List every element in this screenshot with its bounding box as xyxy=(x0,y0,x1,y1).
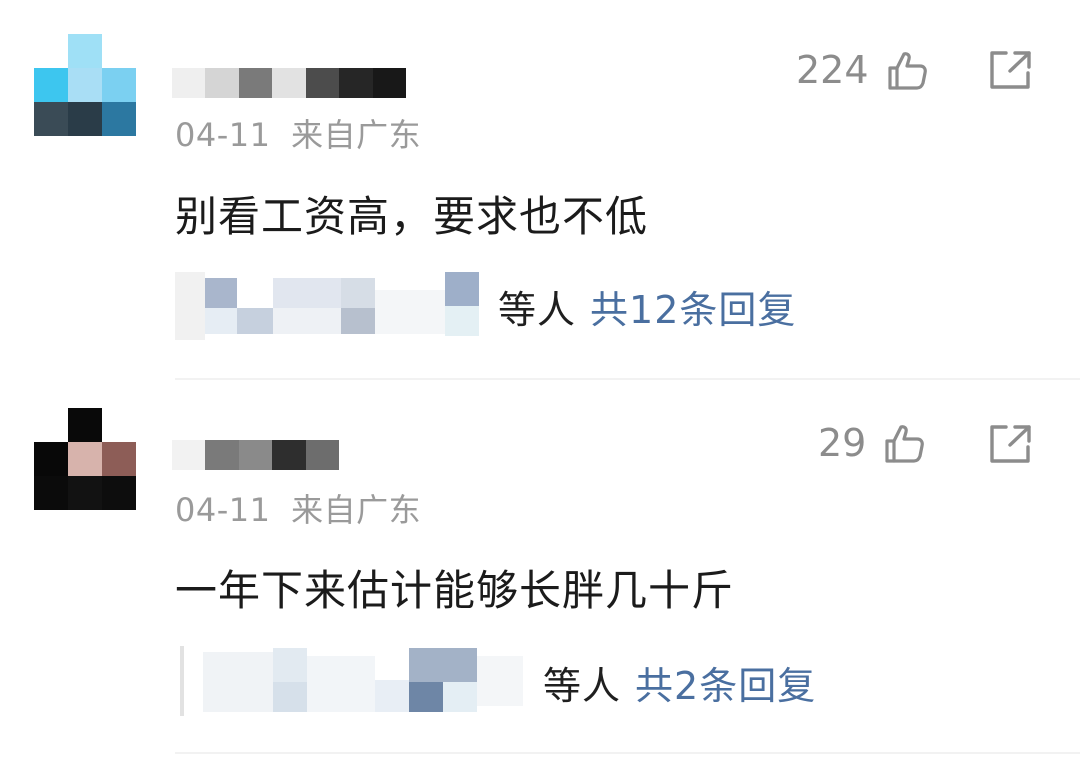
share-button[interactable] xyxy=(988,424,1032,468)
comment-item: 04-11 来自广东 一年下来估计能够长胖几十斤 29 等人 共2条回复 xyxy=(0,0,1080,716)
like-button[interactable]: 29 xyxy=(818,421,926,465)
replies-summary[interactable]: 等人 共2条回复 xyxy=(175,646,816,718)
comment-date: 04-11 xyxy=(175,491,271,529)
avatar-pixel xyxy=(102,408,136,442)
avatar-pixel xyxy=(68,476,102,510)
comment-text: 一年下来估计能够长胖几十斤 xyxy=(175,566,735,615)
divider xyxy=(175,378,1080,380)
thumbs-up-icon xyxy=(884,422,926,464)
comment-meta: 04-11 来自广东 xyxy=(175,485,421,531)
reply-count-link[interactable]: 共2条回复 xyxy=(635,655,816,710)
username-pixel xyxy=(172,440,205,470)
username-pixel xyxy=(205,440,239,470)
avatar-pixel xyxy=(102,442,136,476)
avatar-pixel xyxy=(68,442,102,476)
avatar-pixel xyxy=(34,408,68,442)
avatar-pixel xyxy=(34,476,68,510)
username-pixel xyxy=(306,440,339,470)
reply-who: 等人 xyxy=(543,663,622,708)
avatar[interactable] xyxy=(34,408,136,510)
username-pixel xyxy=(239,440,272,470)
comment-location: 来自广东 xyxy=(291,491,422,529)
reply-avatars xyxy=(175,646,525,718)
username-pixel xyxy=(272,440,306,470)
username[interactable] xyxy=(172,440,339,470)
avatar-pixel xyxy=(34,442,68,476)
divider xyxy=(175,752,1080,754)
like-count: 29 xyxy=(818,421,867,465)
share-icon xyxy=(988,425,1032,468)
avatar-pixel xyxy=(68,408,102,442)
avatar-pixel xyxy=(102,476,136,510)
